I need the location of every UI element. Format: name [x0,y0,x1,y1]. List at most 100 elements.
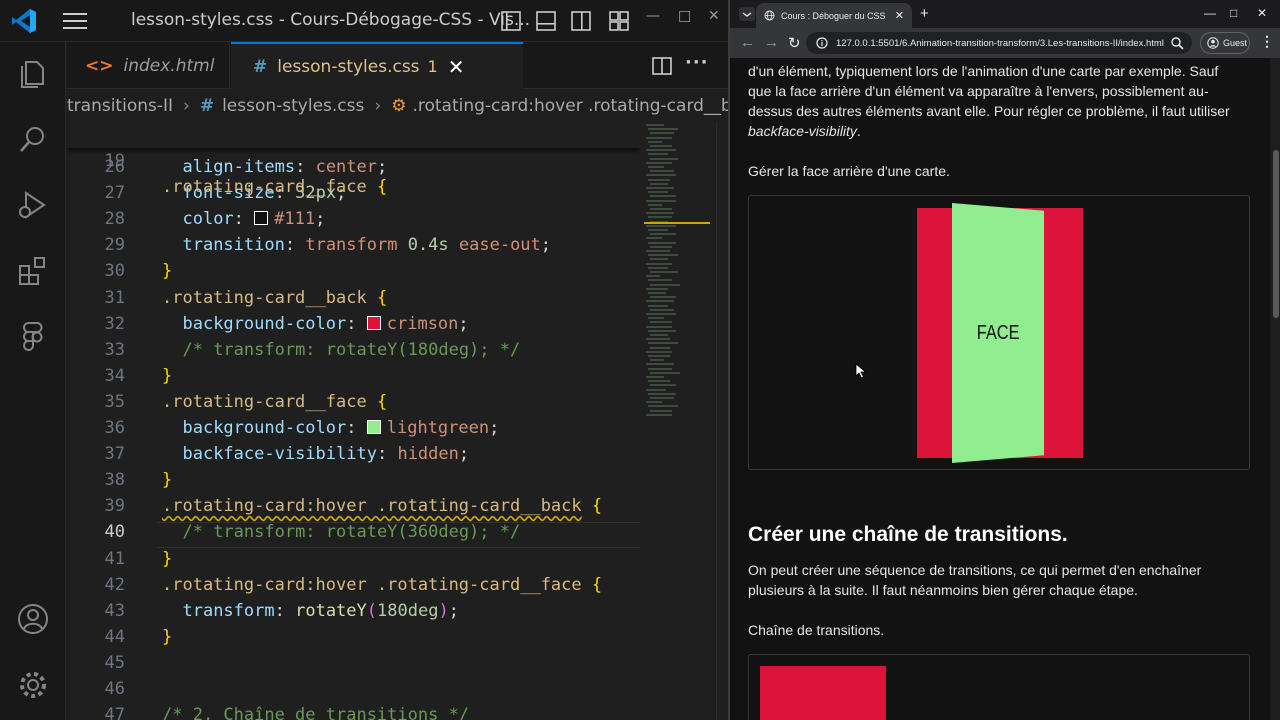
minimap-line [648,380,670,383]
browser-tab[interactable]: Cours : Déboguer du CSS ✕ [756,3,912,28]
code-line[interactable]: 29 transition: transform 0.4s ease-out; [67,232,640,258]
code-line[interactable]: 31 .rotating-card__back { [67,285,640,311]
code-text: } [162,261,173,282]
line-number: 38 [104,470,125,491]
code-line[interactable]: 47 /* 2. Chaîne de transitions */ [67,702,640,720]
toggle-primary-sidebar-icon[interactable] [500,10,522,32]
code-line[interactable]: 41} [67,546,640,572]
minimap-line [650,283,680,286]
run-debug-icon[interactable] [16,188,50,222]
browser-menu-icon[interactable]: ⋮ [1260,33,1274,50]
line-number: 33 [104,339,125,360]
line-number: 37 [104,444,125,465]
tab-search-icon[interactable] [738,6,756,22]
code-line[interactable]: 34} [67,363,640,389]
minimap-line [648,216,672,219]
color-swatch[interactable] [366,315,381,330]
page-viewport[interactable]: d'un élément, typiquement lors de l'anim… [730,58,1270,720]
maximize-icon[interactable]: □ [1230,6,1237,20]
figma-icon[interactable] [16,320,50,354]
code-line[interactable]: 37 backface-visibility: hidden; [67,441,640,467]
code-line[interactable]: 28 color: #111; [67,206,640,232]
explorer-icon[interactable] [16,56,50,90]
minimap-line [648,166,664,168]
close-window-icon[interactable]: ✕ [1257,6,1267,20]
minimap-line [650,132,674,135]
card-face[interactable]: FACE [952,203,1044,463]
minimap-line [646,413,672,416]
code-text: .rotating-card__back { [162,287,388,308]
back-arrow-icon[interactable]: ← [740,34,755,51]
minimap-line [646,275,660,278]
maximize-icon[interactable]: □ [678,8,691,24]
code-line[interactable]: 42 .rotating-card:hover .rotating-card__f… [67,572,640,598]
code-line[interactable]: 46 [67,676,640,702]
line-number: 36 [104,418,125,438]
code-line[interactable]: 43 transform: rotateY(180deg); [67,598,640,624]
toggle-secondary-sidebar-icon[interactable] [570,10,592,32]
color-swatch[interactable] [254,211,269,226]
code-line[interactable]: 30} [67,258,640,284]
minimap-line [650,359,664,362]
tab-index-html[interactable]: <> index.html [67,42,230,89]
extensions-icon[interactable] [16,254,50,288]
code-line[interactable]: 33 /* transform: rotateY(180deg); */ [67,337,640,363]
code-text: .rotating-card:hover .rotating-card__fac… [162,574,603,595]
minimap-line [648,355,670,357]
close-tab-icon[interactable]: ✕ [895,9,904,22]
minimap-line [648,229,668,231]
tab-lesson-styles-css[interactable]: # lesson-styles.css 1 ✕ [231,42,523,89]
hamburger-menu-icon[interactable] [62,10,88,32]
code-editor[interactable]: 19 .rotating-card__face { 26 align-items… [67,122,640,720]
breadcrumb-symbol[interactable]: .rotating-card:hover .rotating-card__bac… [412,96,728,116]
new-tab-icon[interactable]: + [920,5,929,22]
profile-button[interactable]: Guest [1200,32,1250,54]
minimap-line [648,203,662,206]
browser-tab-strip: Cours : Déboguer du CSS ✕ + — □ ✕ [730,0,1280,28]
vscode-logo-icon[interactable] [10,7,38,35]
forward-arrow-icon[interactable]: → [764,34,779,51]
minimap-line [648,279,672,282]
color-swatch[interactable] [366,420,381,434]
scrollbar-thumb[interactable] [1273,150,1279,318]
code-line[interactable]: 32 background-color: crimson; [67,311,640,337]
sticky-scroll-header[interactable]: 19 .rotating-card__face { [67,122,640,197]
code-line[interactable]: 38} [67,467,640,493]
line-number: 34 [104,365,125,386]
search-icon[interactable] [16,122,50,156]
minimap-line [646,199,676,202]
breadcrumb-file[interactable]: lesson-styles.css [222,96,364,116]
browser-tab-title: Cours : Déboguer du CSS [781,10,886,21]
page-scrollbar[interactable] [1270,58,1280,720]
chain-box[interactable] [760,666,886,720]
toggle-panel-icon[interactable] [535,10,557,32]
editor-scrollbar[interactable] [716,122,728,720]
code-line[interactable]: 44} [67,624,640,650]
reload-icon[interactable]: ↻ [788,34,801,52]
globe-icon [764,10,775,21]
code-line[interactable]: 40 /* transform: rotateY(360deg); */ [67,519,640,545]
line-number: 35 [104,391,125,412]
minimize-icon[interactable]: — [1204,6,1216,20]
customize-layout-icon[interactable] [608,10,630,32]
split-editor-icon[interactable] [651,55,673,77]
code-line[interactable]: 35 .rotating-card__face { [67,389,640,415]
code-line[interactable]: 39 .rotating-card:hover .rotating-card__b… [67,493,640,519]
close-window-icon[interactable]: ✕ [708,8,720,24]
accounts-icon[interactable] [16,602,50,636]
minimize-icon[interactable]: — [646,8,660,24]
more-actions-icon[interactable]: ··· [685,52,709,73]
site-info-icon[interactable] [816,37,828,49]
breadcrumb-folder[interactable]: transitions-II [67,96,173,116]
minimap[interactable] [640,122,716,720]
minimap-line [648,241,676,244]
close-tab-icon[interactable]: ✕ [448,55,465,79]
address-bar[interactable]: 127.0.0.1:5501/6.Animation-transition-tr… [806,32,1192,54]
minimap-line [648,266,668,269]
browser-window: Cours : Déboguer du CSS ✕ + — □ ✕ ← → ↻ … [728,0,1280,720]
minimap-line [646,350,672,353]
zoom-icon[interactable] [1170,36,1184,50]
manage-gear-icon[interactable] [16,668,50,702]
code-line[interactable]: 36 background-color: lightgreen; [67,415,640,441]
code-line[interactable]: 45 [67,650,640,676]
